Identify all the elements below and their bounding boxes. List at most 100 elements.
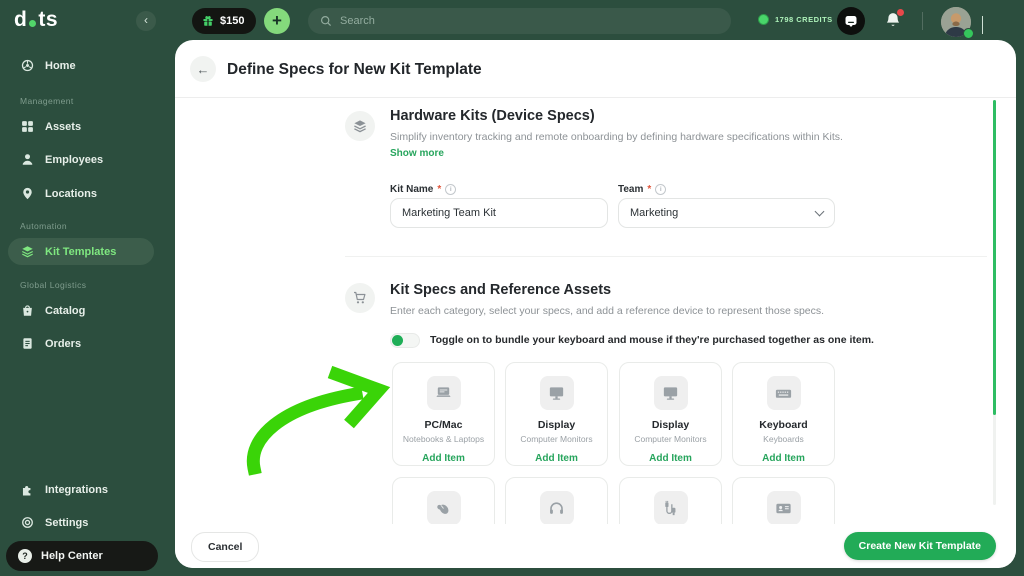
badge-icon — [766, 491, 801, 525]
add-item-button[interactable]: Add Item — [762, 453, 805, 464]
sidebar-item-settings[interactable]: Settings — [8, 509, 154, 536]
kit-name-field[interactable]: Marketing Team Kit — [390, 198, 608, 228]
back-button[interactable]: ← — [190, 56, 216, 82]
category-name: Keyboard — [759, 419, 808, 431]
puzzle-icon — [22, 485, 31, 496]
messages-button[interactable] — [837, 7, 865, 35]
topbar-separator — [922, 12, 923, 30]
kit-name-value: Marketing Team Kit — [402, 207, 496, 219]
bundle-toggle[interactable] — [390, 333, 420, 348]
toggle-knob — [392, 335, 403, 346]
app-window: d ts Home Management Assets Employees Lo… — [0, 0, 1024, 576]
cart-icon — [354, 291, 366, 304]
balance-pill[interactable]: $150 — [192, 8, 257, 34]
sidebar-item-label: Catalog — [45, 304, 86, 317]
section-divider — [345, 256, 987, 257]
keyboard-icon — [766, 376, 801, 410]
sidebar-item-catalog[interactable]: Catalog — [8, 297, 154, 324]
page-title: Define Specs for New Kit Template — [227, 61, 482, 78]
info-icon — [445, 184, 457, 195]
sidebar-item-orders[interactable]: Orders — [8, 330, 154, 357]
monitor-icon — [653, 376, 688, 410]
credits-badge[interactable]: 1798 CREDITS — [758, 14, 833, 25]
category-name: Display — [537, 419, 576, 431]
team-value: Marketing — [630, 207, 679, 219]
sidebar-item-label: Kit Templates — [45, 245, 117, 258]
cables-icon — [653, 491, 688, 525]
sidebar-item-locations[interactable]: Locations — [8, 180, 154, 207]
team-select[interactable]: Marketing — [618, 198, 835, 228]
section-title-kit-specs: Kit Specs and Reference Assets — [390, 282, 612, 298]
kit-name-label: Kit Name * — [390, 184, 457, 195]
cancel-button[interactable]: Cancel — [191, 532, 260, 562]
section-description: Simplify inventory tracking and remote o… — [390, 131, 843, 143]
main-panel: ← Define Specs for New Kit Template Hard… — [175, 40, 1016, 568]
pin-icon — [23, 187, 32, 200]
category-card-display-1: Display Computer Monitors Add Item — [505, 362, 608, 466]
sidebar-item-label: Integrations — [45, 483, 108, 496]
chat-icon — [845, 16, 857, 27]
sidebar-section-management: Management — [20, 96, 74, 106]
sidebar-item-label: Settings — [45, 516, 89, 529]
scrollbar-thumb[interactable] — [993, 100, 996, 415]
page-header: ← Define Specs for New Kit Template — [175, 40, 1016, 98]
dots-logo: d ts — [14, 8, 58, 32]
sidebar-item-home[interactable]: Home — [8, 52, 154, 79]
receipt-icon — [23, 338, 32, 349]
sidebar-item-help-center[interactable]: Help Center — [6, 541, 158, 571]
add-item-button[interactable]: Add Item — [535, 453, 578, 464]
info-icon — [655, 184, 667, 195]
add-item-button[interactable]: Add Item — [649, 453, 692, 464]
create-kit-template-button[interactable]: Create New Kit Template — [843, 532, 996, 560]
plus-icon: + — [272, 11, 282, 30]
sidebar-item-label: Help Center — [41, 550, 103, 562]
search-input[interactable]: Search — [308, 8, 731, 34]
team-label: Team * — [618, 184, 667, 195]
sidebar-item-integrations[interactable]: Integrations — [8, 476, 154, 503]
scrollbar-track[interactable] — [993, 100, 996, 505]
logo-text-left: d — [14, 8, 28, 31]
sidebar-item-label: Assets — [45, 120, 82, 133]
sidebar-section-global-logistics: Global Logistics — [20, 280, 87, 290]
profile-menu-button[interactable] — [982, 16, 983, 34]
question-icon — [18, 549, 32, 563]
show-more-link[interactable]: Show more — [390, 148, 444, 159]
sidebar-item-label: Employees — [45, 153, 104, 166]
balance-amount: $150 — [220, 15, 245, 27]
search-icon — [320, 15, 332, 27]
headphones-icon — [539, 491, 574, 525]
sidebar-collapse-button[interactable] — [136, 11, 156, 31]
sidebar-item-label: Orders — [45, 337, 82, 350]
sidebar-item-kit-templates[interactable]: Kit Templates — [8, 238, 154, 265]
add-button[interactable]: + — [264, 8, 290, 34]
layers-icon — [22, 246, 33, 258]
category-subtitle: Keyboards — [763, 434, 804, 444]
sidebar-item-label: Locations — [45, 187, 97, 200]
laptop-icon — [426, 376, 461, 410]
category-card-display-2: Display Computer Monitors Add Item — [619, 362, 722, 466]
category-card-keyboard: Keyboard Keyboards Add Item — [732, 362, 835, 466]
toggle-description: Toggle on to bundle your keyboard and mo… — [430, 334, 874, 346]
add-item-button[interactable]: Add Item — [422, 453, 465, 464]
form-footer: Cancel Create New Kit Template — [175, 524, 1016, 568]
layers-icon — [354, 120, 366, 133]
back-arrow-icon: ← — [196, 61, 210, 77]
hardware-kits-section-icon — [345, 111, 375, 141]
gift-icon — [203, 16, 213, 26]
monitor-icon — [539, 376, 574, 410]
section-title-hardware-kits: Hardware Kits (Device Specs) — [390, 108, 595, 124]
sidebar-section-automation: Automation — [20, 221, 67, 231]
category-subtitle: Notebooks & Laptops — [402, 434, 485, 444]
credits-text: 1798 CREDITS — [775, 15, 833, 24]
chevron-down-icon — [982, 16, 983, 34]
mouse-icon — [426, 491, 461, 525]
notifications-button[interactable] — [883, 9, 904, 31]
sidebar-item-employees[interactable]: Employees — [8, 146, 154, 173]
sidebar-item-label: Home — [45, 59, 76, 72]
kit-specs-section-icon — [345, 283, 375, 313]
category-name: Display — [651, 419, 690, 431]
sidebar-item-assets[interactable]: Assets — [8, 113, 154, 140]
logo-text-right: ts — [38, 8, 59, 31]
category-subtitle: Computer Monitors — [520, 434, 593, 444]
coin-icon — [758, 14, 769, 25]
